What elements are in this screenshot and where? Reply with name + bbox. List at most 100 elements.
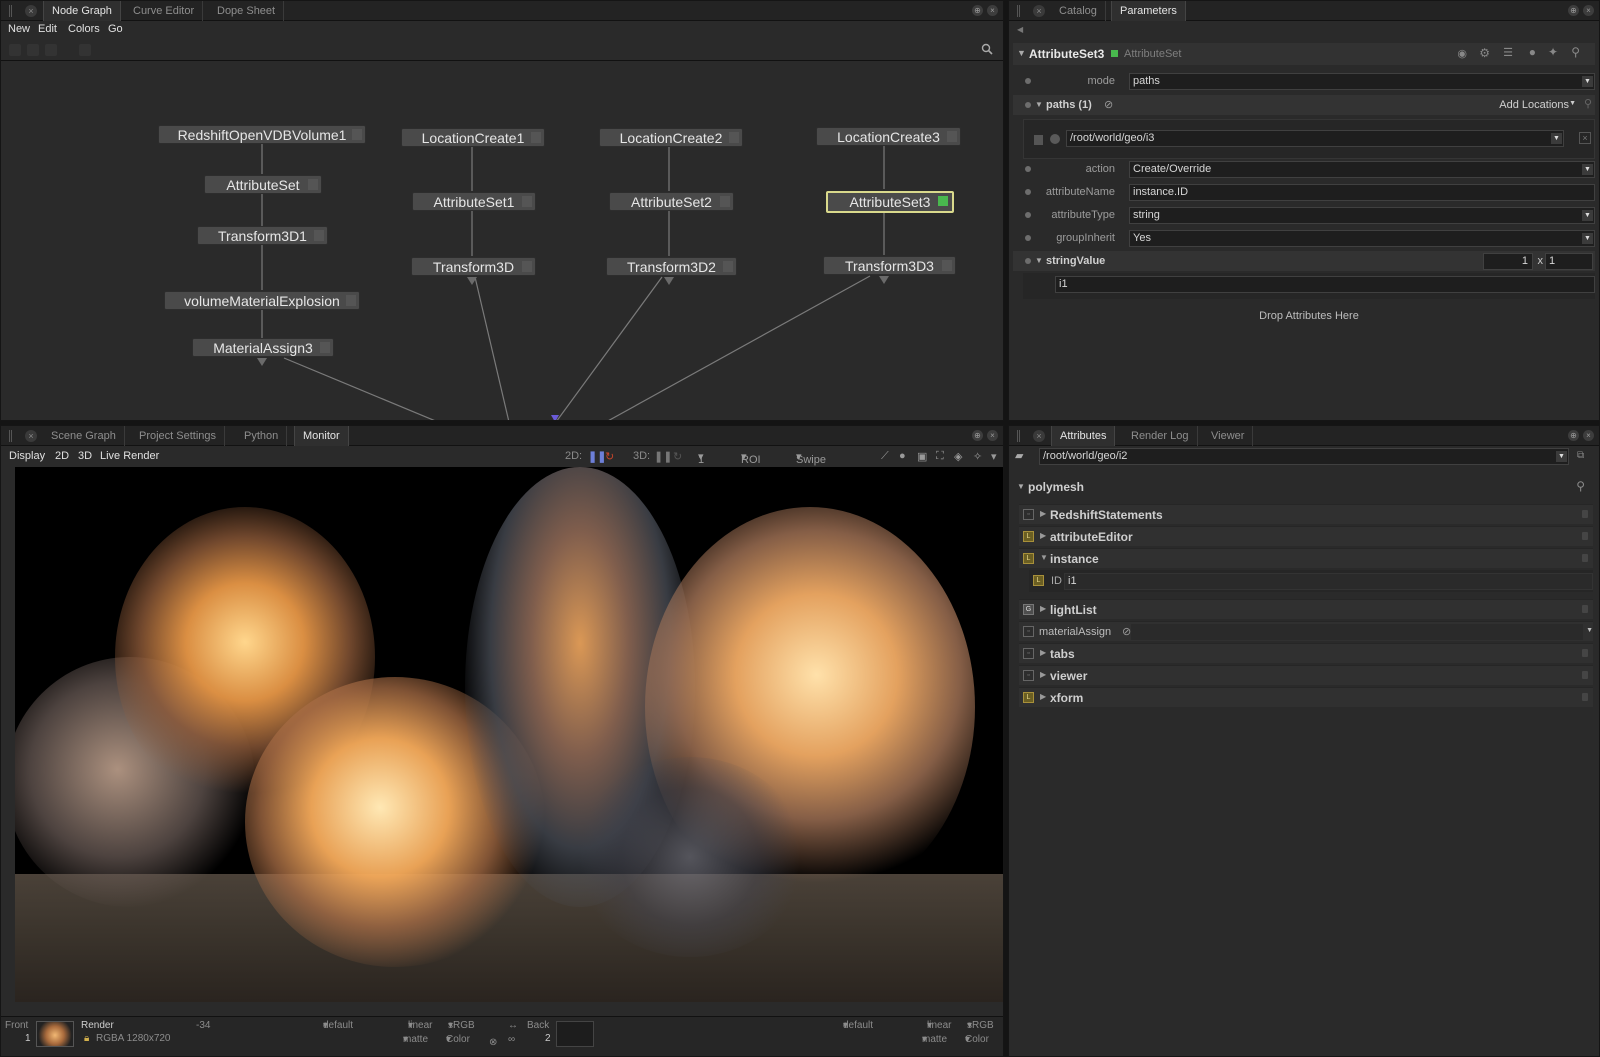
lock-icon[interactable] bbox=[1582, 649, 1588, 657]
node-volume-material-explosion[interactable]: volumeMaterialExplosion bbox=[164, 291, 360, 310]
paths-section-header[interactable]: ▼ paths (1) ⊘ Add Locations ▼ ⚲ bbox=[1013, 95, 1595, 115]
color-dropdown-a[interactable]: Color ▾ bbox=[446, 1034, 470, 1045]
node-location-create3[interactable]: LocationCreate3 bbox=[816, 127, 961, 146]
maximize-icon[interactable]: ⊕ bbox=[972, 430, 983, 441]
node-redshift-openvdb-volume1[interactable]: RedshiftOpenVDBVolume1 bbox=[158, 125, 366, 144]
group-inherit-dropdown[interactable]: Yes ▼ bbox=[1129, 230, 1595, 247]
lock-icon[interactable] bbox=[1582, 671, 1588, 679]
scene-graph-icon[interactable]: ▰ bbox=[1015, 449, 1029, 462]
node-transform3d1[interactable]: Transform3D1 bbox=[197, 226, 328, 245]
node-material-assign3[interactable]: MaterialAssign3 bbox=[192, 338, 334, 357]
pause-3d-icon[interactable]: ❚❚ bbox=[654, 450, 672, 463]
tuple-size-input[interactable]: 1 bbox=[1483, 253, 1533, 270]
expand-icon[interactable]: ▶ bbox=[1040, 531, 1046, 540]
lock-icon[interactable] bbox=[1582, 510, 1588, 518]
maximize-icon[interactable]: ⊕ bbox=[1568, 5, 1579, 16]
lock-icon[interactable] bbox=[1582, 532, 1588, 540]
refresh-icon[interactable]: ↻ bbox=[673, 450, 682, 463]
expand-icon[interactable]: ▶ bbox=[1040, 648, 1046, 657]
filter-icon[interactable]: ☰ bbox=[1503, 46, 1513, 59]
eye-icon[interactable]: ◈ bbox=[954, 450, 962, 463]
collapse-icon[interactable]: ▼ bbox=[1035, 256, 1043, 265]
layers-icon[interactable]: ▣ bbox=[917, 450, 927, 463]
pane-close-icon[interactable]: × bbox=[25, 430, 37, 442]
node-attribute-set2[interactable]: AttributeSet2 bbox=[609, 192, 734, 211]
attr-viewer[interactable]: ▫ ▶ viewer bbox=[1019, 665, 1593, 685]
node-transform3d3[interactable]: Transform3D3 bbox=[823, 256, 956, 275]
lock-icon[interactable] bbox=[1582, 693, 1588, 701]
collapse-icon[interactable]: ▼ bbox=[1035, 100, 1043, 109]
pane-close-icon[interactable]: × bbox=[1033, 430, 1045, 442]
tuple-count-input[interactable]: 1 bbox=[1545, 253, 1593, 270]
attribute-name-input[interactable]: instance.ID bbox=[1129, 184, 1595, 201]
render-viewport[interactable] bbox=[15, 467, 1003, 1002]
add-locations-menu[interactable]: Add Locations bbox=[1499, 99, 1569, 111]
location-dropdown[interactable]: /root/world/geo/i2 ▼ bbox=[1039, 448, 1569, 465]
color-dropdown-b[interactable]: Color ▾ bbox=[965, 1034, 989, 1045]
tab-attributes[interactable]: Attributes bbox=[1051, 426, 1116, 446]
tab-parameters[interactable]: Parameters bbox=[1111, 1, 1186, 21]
lock-icon[interactable] bbox=[1582, 554, 1588, 562]
tab-monitor[interactable]: Monitor bbox=[294, 426, 349, 446]
chevron-down-icon[interactable]: ▼ bbox=[1586, 627, 1593, 634]
comment-icon[interactable]: ● bbox=[1529, 45, 1536, 59]
remove-path-icon[interactable]: × bbox=[1579, 132, 1591, 144]
tab-viewer[interactable]: Viewer bbox=[1203, 426, 1254, 446]
node-transform3d2[interactable]: Transform3D2 bbox=[606, 257, 737, 276]
expand-icon[interactable]: ▶ bbox=[1040, 509, 1046, 518]
frame-icon[interactable]: ⛶ bbox=[936, 450, 944, 463]
attr-instance[interactable]: L ▼ instance bbox=[1019, 548, 1593, 568]
material-assign-value[interactable] bbox=[1131, 624, 1583, 640]
pane-close-icon[interactable]: × bbox=[1033, 5, 1045, 17]
node-location-create2[interactable]: LocationCreate2 bbox=[599, 128, 743, 147]
collapse-icon[interactable]: ▼ bbox=[1017, 48, 1026, 58]
default-dropdown-a[interactable]: default ▾ bbox=[323, 1020, 353, 1031]
expand-icon[interactable]: ▶ bbox=[1040, 692, 1046, 701]
pause-2d-icon[interactable]: ❚❚ bbox=[588, 450, 606, 463]
close-icon[interactable]: × bbox=[987, 430, 998, 441]
ratio-dropdown[interactable]: 1 : 1 ▾ bbox=[698, 450, 704, 490]
stop-render-icon[interactable]: ↻ bbox=[605, 450, 614, 463]
menu-2d[interactable]: 2D bbox=[55, 450, 69, 462]
attr-id-value[interactable]: i1 bbox=[1064, 573, 1593, 590]
expand-icon[interactable]: ▶ bbox=[1040, 670, 1046, 679]
menu-live-render[interactable]: Live Render bbox=[100, 450, 159, 462]
action-dropdown[interactable]: Create/Override ▼ bbox=[1129, 161, 1595, 178]
attr-material-assign[interactable]: ▫ materialAssign ⊘ ▼ bbox=[1019, 621, 1593, 641]
matte-dropdown-b[interactable]: matte ▾ bbox=[922, 1034, 947, 1045]
link-icon[interactable]: ∞ bbox=[508, 1034, 515, 1045]
string-value-entry[interactable]: i1 bbox=[1055, 276, 1595, 293]
menu-display[interactable]: Display bbox=[9, 450, 45, 462]
matte-dropdown-a[interactable]: matte ▾ bbox=[403, 1034, 428, 1045]
history-back-icon[interactable]: ◀ bbox=[1017, 25, 1023, 34]
srgb-dropdown-a[interactable]: sRGB ▾ bbox=[448, 1020, 475, 1031]
linear-dropdown-a[interactable]: linear ▾ bbox=[408, 1020, 432, 1031]
back-thumbnail[interactable] bbox=[556, 1021, 594, 1047]
attr-redshift-statements[interactable]: ▫ ▶ RedshiftStatements bbox=[1019, 504, 1593, 524]
roi-dropdown[interactable]: ROI Off ▾ bbox=[741, 450, 761, 478]
pane-grip-icon[interactable] bbox=[1017, 430, 1020, 442]
drop-attributes-zone[interactable]: Drop Attributes Here bbox=[1023, 301, 1595, 331]
tab-python[interactable]: Python bbox=[236, 426, 288, 446]
attr-light-list[interactable]: G ▶ lightList bbox=[1019, 599, 1593, 619]
tab-render-log[interactable]: Render Log bbox=[1123, 426, 1198, 446]
lock-icon[interactable] bbox=[1582, 605, 1588, 613]
pin-icon[interactable]: ✦ bbox=[1548, 45, 1558, 59]
pane-grip-icon[interactable] bbox=[9, 430, 12, 442]
attr-xform[interactable]: L ▶ xform bbox=[1019, 687, 1593, 707]
search-icon[interactable]: ⚲ bbox=[1576, 479, 1585, 493]
pane-grip-icon[interactable] bbox=[1017, 5, 1020, 17]
polymesh-group[interactable]: ▼ polymesh ⚲ bbox=[1013, 477, 1595, 497]
attr-tabs[interactable]: ▫ ▶ tabs bbox=[1019, 643, 1593, 663]
collapse-icon[interactable]: ▼ bbox=[1017, 482, 1025, 491]
target-icon[interactable]: ✧ bbox=[973, 450, 982, 463]
path-input[interactable]: /root/world/geo/i3 ▼ bbox=[1066, 130, 1564, 147]
swap-icon[interactable]: ↔ bbox=[508, 1020, 518, 1031]
maximize-icon[interactable]: ⊕ bbox=[1568, 430, 1579, 441]
search-icon[interactable]: ⚲ bbox=[1584, 97, 1592, 110]
mode-dropdown[interactable]: paths ▼ bbox=[1129, 73, 1595, 90]
settings-icon[interactable]: ▾ bbox=[991, 450, 997, 463]
srgb-dropdown-b[interactable]: sRGB ▾ bbox=[967, 1020, 994, 1031]
default-dropdown-b[interactable]: default ▾ bbox=[843, 1020, 873, 1031]
gear-icon[interactable]: ⚙ bbox=[1479, 46, 1490, 60]
